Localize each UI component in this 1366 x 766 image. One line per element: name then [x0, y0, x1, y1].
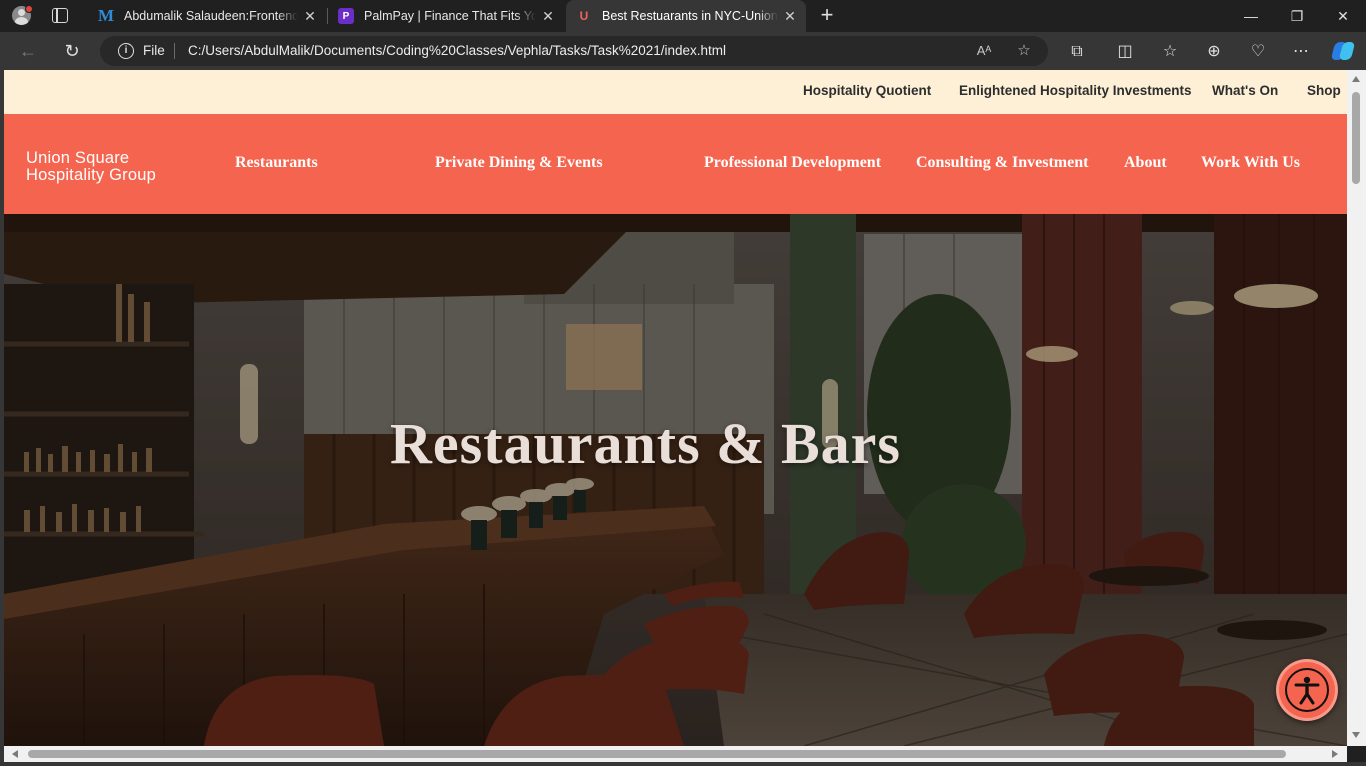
- back-icon[interactable]: ←: [17, 40, 39, 62]
- vertical-scroll-thumb[interactable]: [1352, 92, 1360, 184]
- window-frame-bottom: [0, 762, 1366, 766]
- utility-bar: Hospitality Quotient Enlightened Hospita…: [4, 70, 1347, 114]
- utility-link-enlightened-hospitality-investments[interactable]: Enlightened Hospitality Investments: [959, 83, 1192, 98]
- nav-link-consulting-investment[interactable]: Consulting & Investment: [916, 154, 1088, 172]
- info-icon[interactable]: i: [118, 43, 134, 59]
- accessibility-button[interactable]: [1276, 659, 1338, 721]
- browser-toolbar: ← ↻ i File C:/Users/AbdulMalik/Documents…: [0, 32, 1366, 70]
- hero-restaurant-image: [4, 214, 1347, 746]
- url-text[interactable]: C:/Users/AbdulMalik/Documents/Coding%20C…: [188, 43, 726, 58]
- profile-icon[interactable]: [9, 5, 33, 27]
- hero-title: Restaurants & Bars: [390, 411, 901, 476]
- horizontal-scrollbar[interactable]: [4, 746, 1347, 762]
- favorites-icon[interactable]: ☆: [1159, 41, 1181, 63]
- split-screen-icon[interactable]: ◫: [1114, 41, 1136, 63]
- minimize-icon[interactable]: ―: [1228, 0, 1274, 32]
- refresh-icon[interactable]: ↻: [61, 40, 83, 62]
- tab-favicon: P: [338, 8, 354, 24]
- more-icon[interactable]: ⋯: [1290, 41, 1312, 63]
- restore-icon[interactable]: ❐: [1274, 0, 1320, 32]
- scroll-up-arrow-icon[interactable]: [1352, 76, 1360, 82]
- window-frame-left: [0, 70, 4, 762]
- close-tab-icon[interactable]: ✕: [778, 8, 802, 25]
- vertical-scrollbar[interactable]: [1347, 70, 1366, 746]
- favorite-star-icon[interactable]: ☆: [1014, 41, 1034, 61]
- accessibility-icon: [1285, 668, 1329, 712]
- scroll-down-arrow-icon[interactable]: [1352, 732, 1360, 738]
- tab-title: Best Restuarants in NYC-Union Square: [602, 9, 778, 23]
- collections-icon[interactable]: ⊕: [1203, 41, 1225, 63]
- nav-link-restaurants[interactable]: Restaurants: [235, 154, 318, 172]
- site-logo[interactable]: Union Square Hospitality Group: [26, 150, 156, 184]
- utility-link-shop[interactable]: Shop: [1307, 83, 1341, 98]
- extensions-icon[interactable]: ⧉: [1066, 41, 1088, 63]
- nav-link-professional-development[interactable]: Professional Development: [704, 154, 881, 172]
- utility-link-hospitality-quotient[interactable]: Hospitality Quotient: [803, 83, 931, 98]
- nav-link-private-dining[interactable]: Private Dining & Events: [435, 154, 603, 172]
- close-icon[interactable]: ✕: [1320, 0, 1366, 32]
- page-viewport: Hospitality Quotient Enlightened Hospita…: [4, 70, 1347, 746]
- browser-essentials-icon[interactable]: ♡: [1247, 41, 1269, 63]
- hero-section: Restaurants & Bars: [4, 214, 1347, 746]
- browser-tab-active[interactable]: U Best Restuarants in NYC-Union Square ✕: [566, 0, 806, 32]
- browser-tab-strip: M Abdumalik Salaudeen:Frontend Developer…: [0, 0, 1366, 32]
- logo-line-2: Hospitality Group: [26, 166, 156, 184]
- scroll-right-arrow-icon[interactable]: [1332, 750, 1338, 758]
- nav-link-work-with-us[interactable]: Work With Us: [1201, 154, 1300, 172]
- browser-tab[interactable]: M Abdumalik Salaudeen:Frontend Developer…: [88, 0, 326, 32]
- tab-favicon: U: [579, 9, 589, 23]
- copilot-icon[interactable]: [1330, 40, 1356, 62]
- horizontal-scroll-thumb[interactable]: [28, 750, 1286, 758]
- close-tab-icon[interactable]: ✕: [536, 8, 560, 25]
- address-bar[interactable]: i File C:/Users/AbdulMalik/Documents/Cod…: [100, 36, 1048, 66]
- address-separator: [174, 43, 175, 59]
- logo-line-1: Union Square: [26, 149, 130, 167]
- tab-favicon: M: [97, 6, 115, 25]
- tab-title: Abdumalik Salaudeen:Frontend Developer: [124, 9, 298, 23]
- browser-tab[interactable]: P PalmPay | Finance That Fits Your Life …: [328, 0, 564, 32]
- scroll-left-arrow-icon[interactable]: [12, 750, 18, 758]
- read-aloud-icon[interactable]: Aᴬ: [974, 41, 994, 61]
- tab-actions-icon[interactable]: [52, 8, 68, 23]
- utility-link-whats-on[interactable]: What's On: [1212, 83, 1278, 98]
- scheme-label: File: [143, 43, 165, 58]
- tab-title: PalmPay | Finance That Fits Your Life: [364, 9, 536, 23]
- main-navigation: Union Square Hospitality Group Restauran…: [4, 114, 1347, 214]
- close-tab-icon[interactable]: ✕: [298, 8, 322, 25]
- new-tab-button[interactable]: +: [816, 4, 838, 26]
- nav-link-about[interactable]: About: [1124, 154, 1167, 172]
